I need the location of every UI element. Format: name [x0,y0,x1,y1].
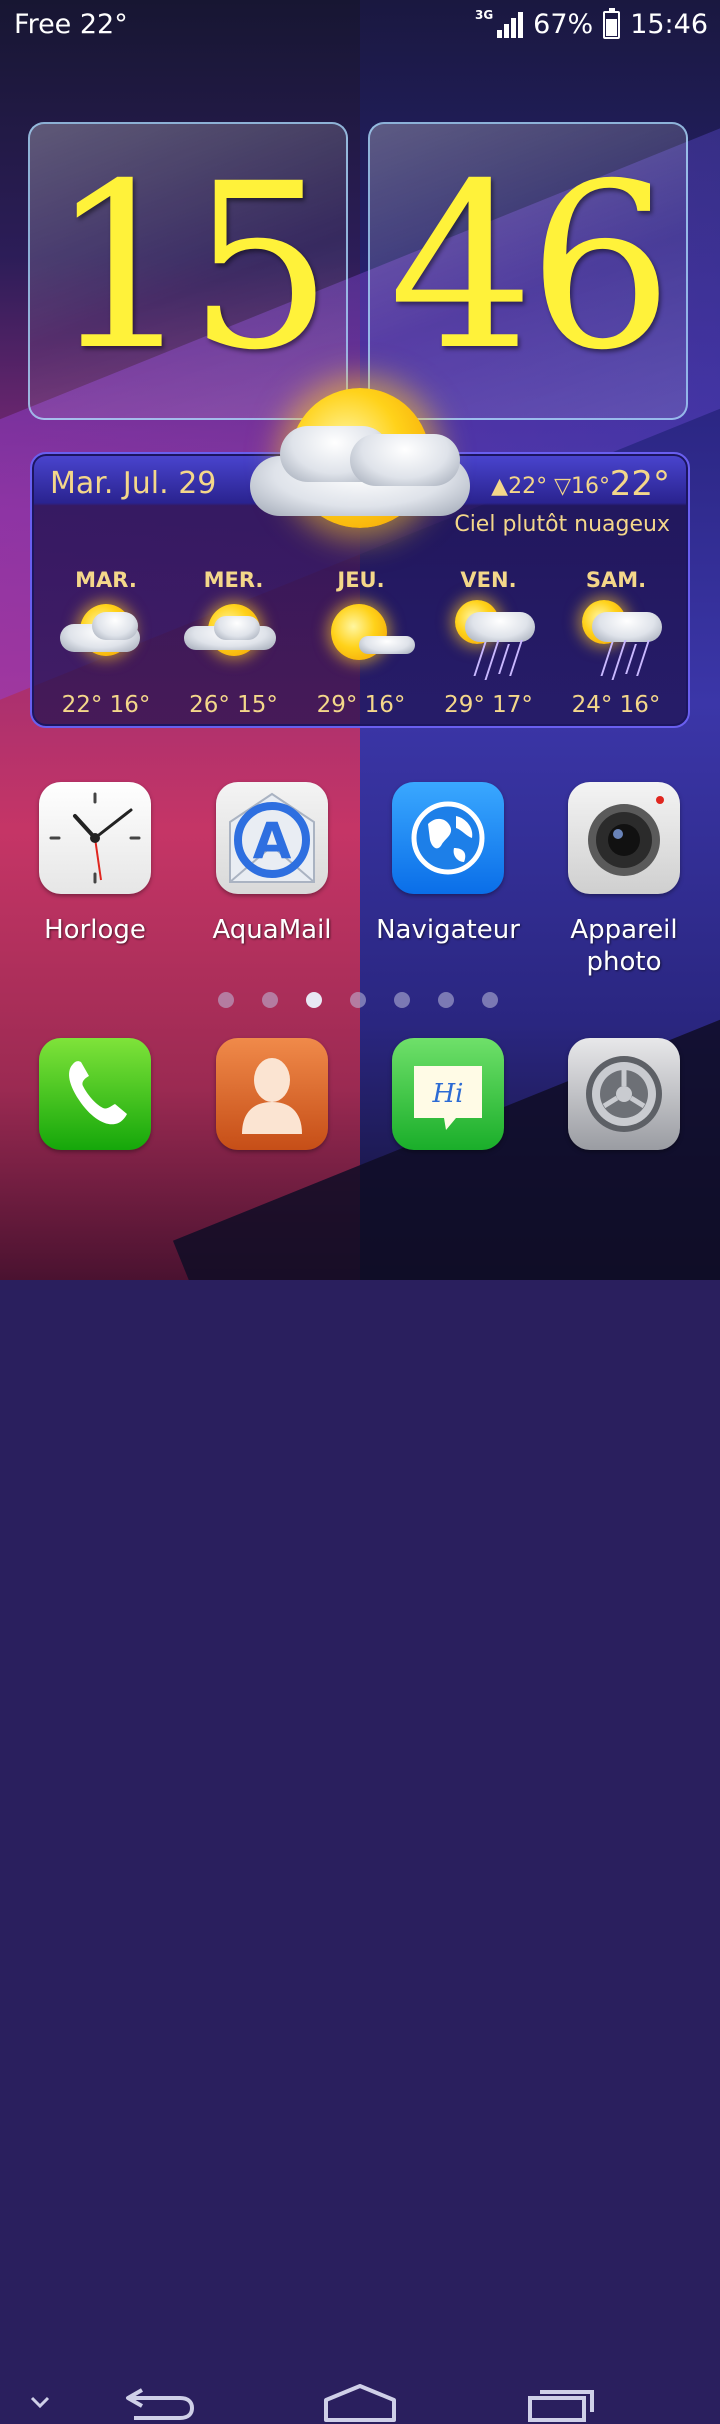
clock-minutes: 46 [388,134,673,400]
current-weather-icon [250,370,480,540]
forecast-day-name: MER. [203,568,264,592]
weather-date: Mar. Jul. 29 [50,466,217,501]
weather-low: ▽16° [554,474,610,499]
back-icon[interactable] [124,2384,196,2424]
settings-icon [568,1038,680,1150]
forecast-temps: 22° 16° [61,692,151,718]
weather-current-temp: 22° [609,464,670,504]
dock-messages[interactable]: Hi [373,1038,523,1150]
page-dot[interactable] [306,992,322,1008]
forecast-day: MER. 26° 15° [174,568,294,718]
messages-icon: Hi [392,1038,504,1150]
forecast-day-name: MAR. [75,568,137,592]
forecast-row: MAR. 22° 16° MER. 26° 15° JEU. 29° 16° V… [46,568,676,718]
forecast-day-name: VEN. [460,568,517,592]
globe-icon [392,782,504,894]
mostly-sunny-icon [301,598,421,684]
aquamail-icon: A [216,782,328,894]
dock-contacts[interactable] [197,1038,347,1150]
forecast-temps: 24° 16° [571,692,661,718]
forecast-day: SAM. 24° 16° [556,568,676,718]
page-dot[interactable] [438,992,454,1008]
phone-icon [39,1038,151,1150]
dock-settings[interactable] [549,1038,699,1150]
app-aquamail[interactable]: A AquaMail [197,782,347,946]
app-appareil-photo[interactable]: Appareil photo [549,782,699,978]
forecast-day: MAR. 22° 16° [46,568,166,718]
message-bubble-text: Hi [432,1079,464,1109]
status-bar: Free 22° 3G 67% 15:46 [0,0,720,50]
forecast-day: VEN. 29° 17° [429,568,549,718]
forecast-day: JEU. 29° 16° [301,568,421,718]
thunderstorm-icon [429,598,549,684]
page-dot[interactable] [482,992,498,1008]
network-type: 3G [474,7,494,22]
svg-text:A: A [253,812,292,870]
app-label: Navigateur [376,915,520,945]
navigation-bar [0,1170,720,2422]
chevron-down-icon[interactable] [28,2392,52,2412]
forecast-temps: 26° 15° [189,692,278,718]
partly-cloudy-icon [46,598,166,684]
page-dot[interactable] [218,992,234,1008]
weather-condition: Ciel plutôt nuageux [454,512,670,537]
forecast-day-name: JEU. [337,568,385,592]
weather-high-low: ▲22° ▽16° [491,474,610,499]
app-label: AquaMail [212,915,332,945]
page-dot[interactable] [350,992,366,1008]
app-navigateur[interactable]: Navigateur [373,782,523,946]
forecast-temps: 29° 17° [444,692,533,718]
forecast-day-name: SAM. [585,568,647,592]
home-icon[interactable] [322,2382,398,2424]
app-horloge[interactable]: Horloge [20,782,170,946]
thunderstorm-icon [556,598,676,684]
contacts-icon [216,1038,328,1150]
forecast-temps: 29° 16° [316,692,406,718]
app-label: Horloge [44,915,146,945]
camera-icon [568,782,680,894]
battery-percent: 67% [533,9,594,40]
page-dot[interactable] [262,992,278,1008]
clock-icon [39,782,151,894]
page-indicator[interactable] [218,992,498,1008]
clock-hours: 15 [48,134,333,400]
signal-icon [497,11,524,38]
app-label: Appareil photo [570,915,678,977]
status-time: 15:46 [630,9,708,40]
dock-phone[interactable] [20,1038,170,1150]
page-dot[interactable] [394,992,410,1008]
carrier-label: Free 22° [14,9,128,40]
weather-high: ▲22° [491,474,548,499]
battery-icon [603,7,621,39]
partly-cloudy-icon [174,598,294,684]
recents-icon[interactable] [526,2384,598,2424]
